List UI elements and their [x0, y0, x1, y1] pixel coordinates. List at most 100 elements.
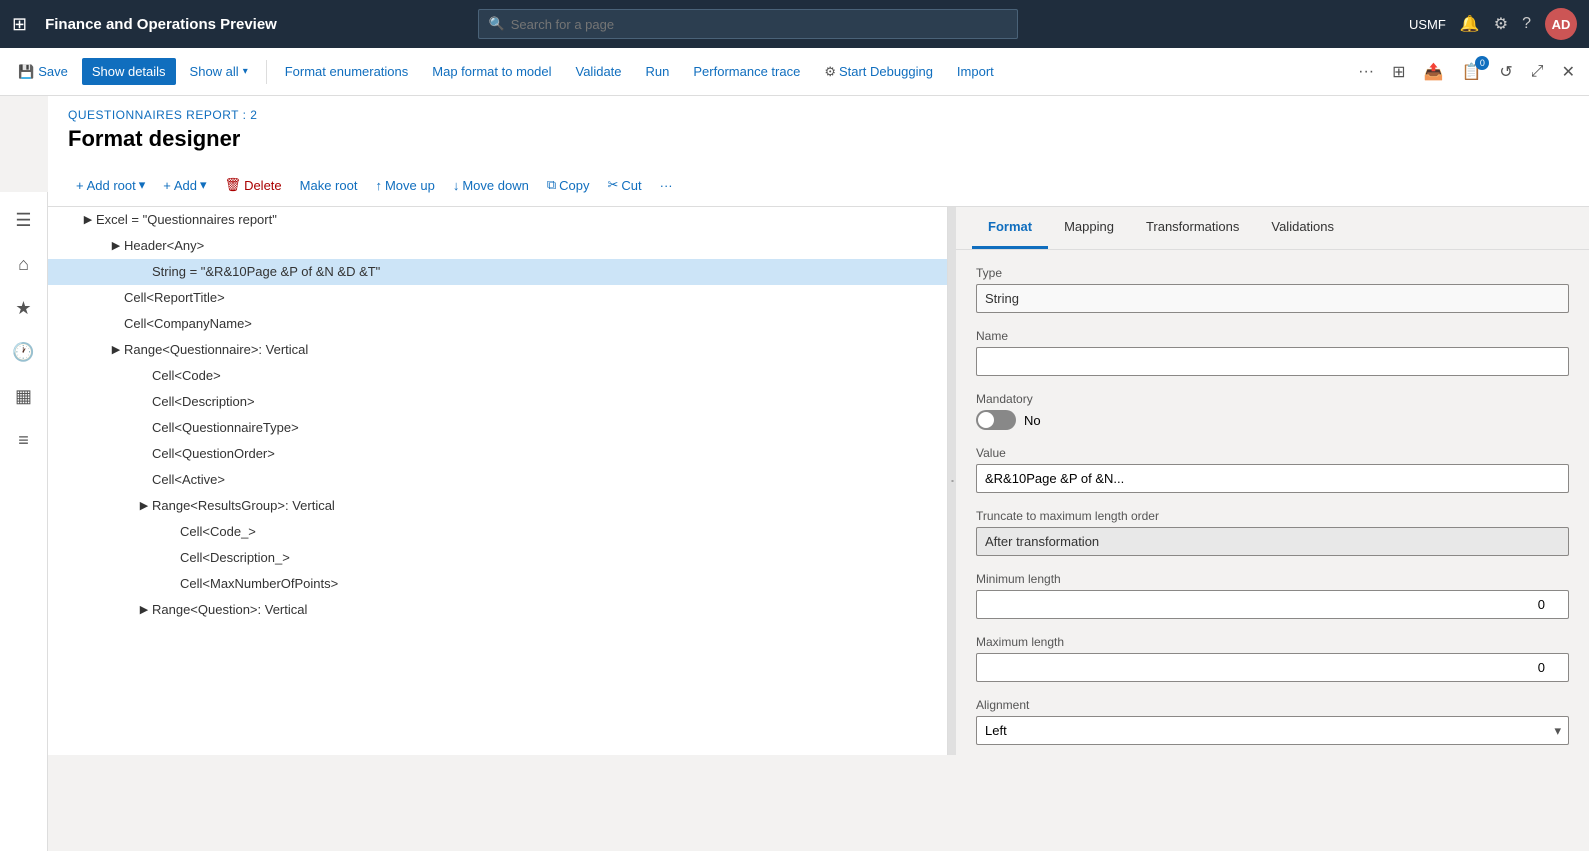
tree-item-question-range[interactable]: ▶ Range<Question>: Vertical [48, 597, 947, 623]
add-caret: ▾ [200, 177, 207, 193]
right-panel: Format Mapping Transformations Validatio… [956, 207, 1589, 755]
tab-transformations[interactable]: Transformations [1130, 207, 1255, 249]
tree-item-results-group[interactable]: ▶ Range<ResultsGroup>: Vertical [48, 493, 947, 519]
value-input[interactable] [976, 464, 1569, 493]
gear-icon[interactable]: ⚙ [1494, 14, 1508, 34]
truncate-label: Truncate to maximum length order [976, 509, 1569, 523]
start-debugging-button[interactable]: ⚙ Start Debugging [814, 58, 943, 86]
name-field-group: Name [976, 329, 1569, 376]
sidebar-modules[interactable]: ≡ [4, 420, 44, 460]
tree-item-questionnaire-type[interactable]: Cell<QuestionnaireType> [48, 415, 947, 441]
add-root-button[interactable]: + Add root ▾ [68, 172, 153, 198]
tab-validations[interactable]: Validations [1255, 207, 1350, 249]
breadcrumb: QUESTIONNAIRES REPORT : 2 [68, 108, 1569, 122]
tree-label-max-points: Cell<MaxNumberOfPoints> [180, 576, 947, 591]
max-length-input[interactable] [976, 653, 1569, 682]
expand-icon-header[interactable]: ▶ [108, 239, 124, 252]
refresh-button[interactable]: ↺ [1493, 58, 1518, 86]
debug-icon: ⚙ [824, 64, 836, 80]
tree-item-code-[interactable]: Cell<Code_> [48, 519, 947, 545]
delete-button[interactable]: 🗑 Delete [217, 172, 290, 198]
map-format-button[interactable]: Map format to model [422, 58, 561, 85]
sidebar-workspaces[interactable]: ▦ [4, 376, 44, 416]
main-area: QUESTIONNAIRES REPORT : 2 Format designe… [48, 96, 1589, 755]
add-root-caret: ▾ [139, 177, 146, 193]
mandatory-toggle[interactable] [976, 410, 1016, 430]
import-button[interactable]: Import [947, 58, 1004, 85]
expand-icon-question-range[interactable]: ▶ [136, 603, 152, 616]
search-input[interactable] [511, 17, 1007, 32]
puzzle-icon-button[interactable]: ⊞ [1386, 58, 1411, 86]
type-field-group: Type String [976, 266, 1569, 313]
plus-icon: + [76, 178, 84, 193]
tree-label-description: Cell<Description> [152, 394, 947, 409]
move-down-button[interactable]: ↓ Move down [445, 173, 537, 198]
apps-icon[interactable]: ⊞ [12, 14, 27, 35]
tree-item-company-name[interactable]: Cell<CompanyName> [48, 311, 947, 337]
tree-item-description[interactable]: Cell<Description> [48, 389, 947, 415]
share-icon-button[interactable]: 📤 [1418, 58, 1450, 86]
run-button[interactable]: Run [636, 58, 680, 85]
alignment-field-group: Alignment Left Right Center [976, 698, 1569, 745]
tree-label-question-order: Cell<QuestionOrder> [152, 446, 947, 461]
copy-button[interactable]: ⧉ Copy [539, 172, 598, 198]
tree-item-active[interactable]: Cell<Active> [48, 467, 947, 493]
badge-button[interactable]: 📋 0 [1455, 58, 1487, 86]
max-length-label: Maximum length [976, 635, 1569, 649]
more-designer-button[interactable]: ··· [652, 173, 681, 198]
show-details-button[interactable]: Show details [82, 58, 176, 85]
move-up-button[interactable]: ↑ Move up [367, 173, 442, 198]
sidebar-home[interactable]: ⌂ [4, 244, 44, 284]
left-sidebar: ☰ ⌂ ★ 🕐 ▦ ≡ [0, 192, 48, 851]
expand-icon-excel[interactable]: ▶ [80, 213, 96, 226]
tab-mapping[interactable]: Mapping [1048, 207, 1130, 249]
help-icon[interactable]: ? [1522, 15, 1531, 33]
tree-item-header[interactable]: ▶ Header<Any> [48, 233, 947, 259]
expand-button[interactable]: ⤢ [1525, 59, 1550, 85]
tree-item-description-[interactable]: Cell<Description_> [48, 545, 947, 571]
tree-item-max-points[interactable]: Cell<MaxNumberOfPoints> [48, 571, 947, 597]
expand-icon-questionnaire-range[interactable]: ▶ [108, 343, 124, 356]
tree-label-question-range: Range<Question>: Vertical [152, 602, 947, 617]
expand-icon-results-group[interactable]: ▶ [136, 499, 152, 512]
tree-label-code-: Cell<Code_> [180, 524, 947, 539]
tree-label-company-name: Cell<CompanyName> [124, 316, 947, 331]
tree-item-questionnaire-range[interactable]: ▶ Range<Questionnaire>: Vertical [48, 337, 947, 363]
tree-panel[interactable]: ▶ Excel = "Questionnaires report" ▶ Head… [48, 207, 948, 755]
mandatory-field-group: Mandatory No [976, 392, 1569, 430]
more-options-button[interactable]: ··· [1352, 59, 1380, 85]
add-button[interactable]: + Add ▾ [155, 172, 214, 198]
name-input[interactable] [976, 347, 1569, 376]
tab-format[interactable]: Format [972, 207, 1048, 249]
save-button[interactable]: 💾 Save [8, 58, 78, 86]
min-length-input[interactable] [976, 590, 1569, 619]
panel-splitter[interactable]: ⋮ [948, 207, 956, 755]
tree-label-description-: Cell<Description_> [180, 550, 947, 565]
up-arrow-icon: ↑ [375, 178, 382, 193]
down-arrow-icon: ↓ [453, 178, 460, 193]
close-button[interactable]: ✕ [1556, 58, 1581, 86]
show-all-caret: ▾ [243, 66, 248, 77]
user-avatar[interactable]: AD [1545, 8, 1577, 40]
performance-trace-button[interactable]: Performance trace [683, 58, 810, 85]
sidebar-favorites[interactable]: ★ [4, 288, 44, 328]
show-all-button[interactable]: Show all ▾ [180, 58, 258, 85]
delete-icon: 🗑 [225, 177, 242, 193]
format-enumerations-button[interactable]: Format enumerations [275, 58, 419, 85]
tree-item-excel[interactable]: ▶ Excel = "Questionnaires report" [48, 207, 947, 233]
bell-icon[interactable]: 🔔 [1460, 14, 1480, 34]
cut-button[interactable]: ✂ Cut [599, 172, 649, 198]
tree-label-header: Header<Any> [124, 238, 947, 253]
sidebar-recent[interactable]: 🕐 [4, 332, 44, 372]
sidebar-hamburger[interactable]: ☰ [4, 200, 44, 240]
tree-label-active: Cell<Active> [152, 472, 947, 487]
tree-item-code[interactable]: Cell<Code> [48, 363, 947, 389]
designer-toolbar: + Add root ▾ + Add ▾ 🗑 Delete Make root … [48, 164, 1589, 207]
alignment-select[interactable]: Left Right Center [976, 716, 1569, 745]
tree-item-report-title[interactable]: Cell<ReportTitle> [48, 285, 947, 311]
tree-item-string[interactable]: String = "&R&10Page &P of &N &D &T" [48, 259, 947, 285]
make-root-button[interactable]: Make root [292, 173, 366, 198]
tree-item-question-order[interactable]: Cell<QuestionOrder> [48, 441, 947, 467]
search-bar[interactable]: 🔍 [478, 9, 1018, 39]
validate-button[interactable]: Validate [566, 58, 632, 85]
